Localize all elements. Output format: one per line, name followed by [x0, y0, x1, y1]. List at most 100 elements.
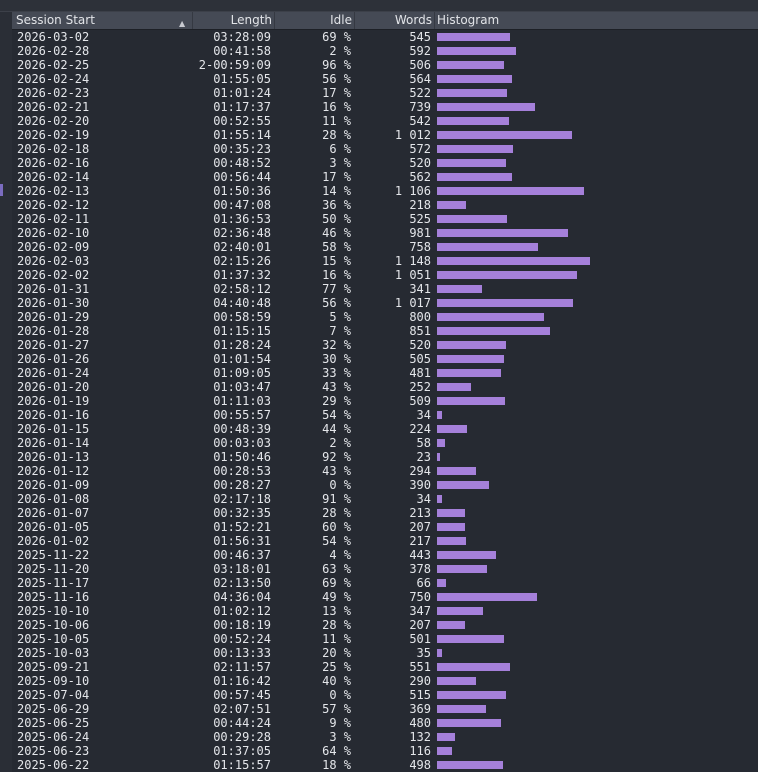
table-row[interactable]: 2026-02-19 01:55:14 28 % 1 012: [12, 128, 758, 142]
session-start-cell: 2025-10-05: [17, 632, 90, 646]
table-row[interactable]: 2026-01-28 01:15:15 7 % 851: [12, 324, 758, 338]
table-row[interactable]: 2026-01-29 00:58:59 5 % 800: [12, 310, 758, 324]
table-row[interactable]: 2025-06-29 02:07:51 57 % 369: [12, 702, 758, 716]
histogram-bar: [437, 299, 573, 307]
table-row[interactable]: 2025-06-24 00:29:28 3 % 132: [12, 730, 758, 744]
table-row[interactable]: 2026-02-23 01:01:24 17 % 522: [12, 86, 758, 100]
table-row[interactable]: 2025-09-10 01:16:42 40 % 290: [12, 674, 758, 688]
table-row[interactable]: 2025-06-23 01:37:05 64 % 116: [12, 744, 758, 758]
table-row[interactable]: 2025-11-17 02:13:50 69 % 66: [12, 576, 758, 590]
table-row[interactable]: 2026-01-19 01:11:03 29 % 509: [12, 394, 758, 408]
histogram-bar: [437, 635, 504, 643]
table-row[interactable]: 2026-01-14 00:03:03 2 % 58: [12, 436, 758, 450]
table-row[interactable]: 2026-01-20 01:03:47 43 % 252: [12, 380, 758, 394]
table-row[interactable]: 2026-01-13 01:50:46 92 % 23: [12, 450, 758, 464]
column-header-histogram[interactable]: Histogram: [434, 12, 758, 29]
table-row[interactable]: 2026-02-11 01:36:53 50 % 525: [12, 212, 758, 226]
idle-cell: 91 %: [322, 492, 351, 506]
table-row[interactable]: 2026-01-27 01:28:24 32 % 520: [12, 338, 758, 352]
length-cell: 00:57:45: [213, 688, 271, 702]
session-start-cell: 2026-02-19: [17, 128, 90, 142]
words-cell: 981: [409, 226, 431, 240]
session-start-cell: 2026-01-02: [17, 534, 90, 548]
table-row[interactable]: 2026-01-31 02:58:12 77 % 341: [12, 282, 758, 296]
session-start-cell: 2026-02-20: [17, 114, 90, 128]
column-header-label: Words: [394, 13, 432, 27]
table-row[interactable]: 2025-11-16 04:36:04 49 % 750: [12, 590, 758, 604]
column-header-words[interactable]: Words: [354, 12, 434, 29]
table-row[interactable]: 2026-02-12 00:47:08 36 % 218: [12, 198, 758, 212]
table-row[interactable]: 2026-02-14 00:56:44 17 % 562: [12, 170, 758, 184]
table-row[interactable]: 2026-01-26 01:01:54 30 % 505: [12, 352, 758, 366]
table-row[interactable]: 2026-01-05 01:52:21 60 % 207: [12, 520, 758, 534]
histogram-bar: [437, 565, 487, 573]
table-row[interactable]: 2026-01-12 00:28:53 43 % 294: [12, 464, 758, 478]
table-row[interactable]: 2026-02-16 00:48:52 3 % 520: [12, 156, 758, 170]
length-cell: 02:40:01: [213, 240, 271, 254]
session-start-cell: 2025-07-04: [17, 688, 90, 702]
table-row[interactable]: 2026-02-28 00:41:58 2 % 592: [12, 44, 758, 58]
length-cell: 02:15:26: [213, 254, 271, 268]
idle-cell: 11 %: [322, 632, 351, 646]
session-start-cell: 2026-02-16: [17, 156, 90, 170]
table-row[interactable]: 2026-01-09 00:28:27 0 % 390: [12, 478, 758, 492]
length-cell: 00:52:55: [213, 114, 271, 128]
window-top-edge: [0, 0, 758, 12]
table-row[interactable]: 2026-02-02 01:37:32 16 % 1 051: [12, 268, 758, 282]
histogram-bar: [437, 747, 452, 755]
table-row[interactable]: 2026-02-10 02:36:48 46 % 981: [12, 226, 758, 240]
table-row[interactable]: 2025-07-04 00:57:45 0 % 515: [12, 688, 758, 702]
table-row[interactable]: 2025-10-05 00:52:24 11 % 501: [12, 632, 758, 646]
words-cell: 572: [409, 142, 431, 156]
histogram-bar: [437, 313, 544, 321]
table-row[interactable]: 2025-10-03 00:13:33 20 % 35: [12, 646, 758, 660]
table-row[interactable]: 2026-02-13 01:50:36 14 % 1 106: [12, 184, 758, 198]
words-cell: 23: [416, 450, 431, 464]
length-cell: 01:50:46: [213, 450, 271, 464]
table-row[interactable]: 2026-01-08 02:17:18 91 % 34: [12, 492, 758, 506]
length-cell: 03:18:01: [213, 562, 271, 576]
length-cell: 00:41:58: [213, 44, 271, 58]
session-start-cell: 2026-02-09: [17, 240, 90, 254]
table-row[interactable]: 2026-01-30 04:40:48 56 % 1 017: [12, 296, 758, 310]
column-header-idle[interactable]: Idle: [274, 12, 354, 29]
table-row[interactable]: 2026-02-09 02:40:01 58 % 758: [12, 240, 758, 254]
histogram-bar: [437, 649, 442, 657]
table-row[interactable]: 2026-02-20 00:52:55 11 % 542: [12, 114, 758, 128]
words-cell: 542: [409, 114, 431, 128]
table-row[interactable]: 2025-11-22 00:46:37 4 % 443: [12, 548, 758, 562]
words-cell: 750: [409, 590, 431, 604]
table-row[interactable]: 2026-02-21 01:17:37 16 % 739: [12, 100, 758, 114]
histogram-bar: [437, 187, 584, 195]
table-row[interactable]: 2025-06-22 01:15:57 18 % 498: [12, 758, 758, 772]
words-cell: 501: [409, 632, 431, 646]
words-cell: 520: [409, 156, 431, 170]
table-row[interactable]: 2025-06-25 00:44:24 9 % 480: [12, 716, 758, 730]
table-row[interactable]: 2025-11-20 03:18:01 63 % 378: [12, 562, 758, 576]
column-header-length[interactable]: Length: [192, 12, 274, 29]
idle-cell: 0 %: [329, 688, 351, 702]
table-row[interactable]: 2026-02-24 01:55:05 56 % 564: [12, 72, 758, 86]
table-row[interactable]: 2026-02-25 2-00:59:09 96 % 506: [12, 58, 758, 72]
length-cell: 01:15:15: [213, 324, 271, 338]
table-row[interactable]: 2026-02-03 02:15:26 15 % 1 148: [12, 254, 758, 268]
table-row[interactable]: 2025-10-10 01:02:12 13 % 347: [12, 604, 758, 618]
idle-cell: 29 %: [322, 394, 351, 408]
table-row[interactable]: 2026-01-02 01:56:31 54 % 217: [12, 534, 758, 548]
table-row[interactable]: 2025-10-06 00:18:19 28 % 207: [12, 618, 758, 632]
table-row[interactable]: 2026-03-02 03:28:09 69 % 545: [12, 30, 758, 44]
session-start-cell: 2026-02-10: [17, 226, 90, 240]
table-row[interactable]: 2026-01-15 00:48:39 44 % 224: [12, 422, 758, 436]
table-row[interactable]: 2025-09-21 02:11:57 25 % 551: [12, 660, 758, 674]
histogram-bar: [437, 761, 503, 769]
table-row[interactable]: 2026-01-24 01:09:05 33 % 481: [12, 366, 758, 380]
table-row[interactable]: 2026-01-07 00:32:35 28 % 213: [12, 506, 758, 520]
histogram-bar: [437, 61, 504, 69]
table-row[interactable]: 2026-02-18 00:35:23 6 % 572: [12, 142, 758, 156]
column-header-session-start[interactable]: Session Start ▲: [12, 12, 192, 29]
length-cell: 00:29:28: [213, 730, 271, 744]
table-row[interactable]: 2026-01-16 00:55:57 54 % 34: [12, 408, 758, 422]
words-cell: 481: [409, 366, 431, 380]
length-cell: 02:07:51: [213, 702, 271, 716]
session-start-cell: 2026-02-13: [17, 184, 90, 198]
